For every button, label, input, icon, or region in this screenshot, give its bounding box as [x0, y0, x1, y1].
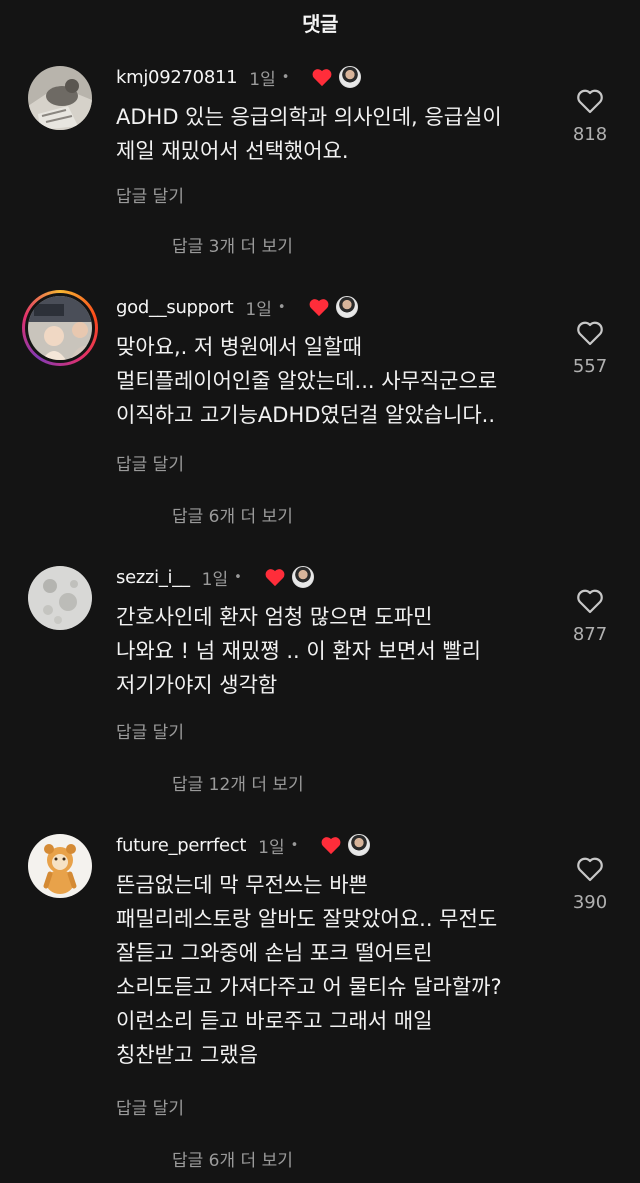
username[interactable]: sezzi_i__	[116, 567, 190, 588]
timestamp: 1일	[245, 299, 272, 320]
view-replies-button[interactable]: 답글 6개 더 보기	[172, 502, 293, 527]
comment-line: 저기가야지 생각함	[116, 673, 278, 697]
comment-line: 나와요 ! 넘 재밌쪙 .. 이 환자 보면서 빨리	[116, 639, 481, 663]
comment-line: 잘듣고 그와중에 손님 포크 떨어트린	[116, 941, 433, 965]
reply-button[interactable]: 답글 달기	[116, 182, 184, 207]
comment-line: 맞아요,. 저 병원에서 일할때	[116, 335, 362, 359]
view-replies-button[interactable]: 답글 6개 더 보기	[172, 1146, 293, 1171]
like-button[interactable]: 390	[560, 856, 620, 913]
reply-button[interactable]: 답글 달기	[116, 450, 184, 475]
separator-dot: •	[290, 837, 299, 853]
like-button[interactable]: 877	[560, 588, 620, 645]
creator-avatar	[291, 566, 314, 588]
like-button[interactable]: 557	[560, 320, 620, 377]
timestamp: 1일	[201, 569, 229, 590]
comment-line: 제일 재밌어서 선택했어요.	[116, 139, 349, 163]
comment-line: 뜬금없는데 막 무전쓰는 바쁜	[116, 873, 368, 897]
heart-filled-icon	[309, 299, 328, 317]
username[interactable]: future_perrfect	[116, 835, 246, 856]
like-count: 557	[572, 356, 608, 377]
comment-line: 패밀리레스토랑 알바도 잘맞았어요.. 무전도	[116, 907, 498, 931]
username[interactable]: kmj09270811	[116, 67, 238, 88]
story-ring[interactable]	[22, 290, 98, 366]
comment-line: 간호사인데 환자 엄청 많으면 도파민	[116, 605, 433, 629]
comment-meta: sezzi_i__ 1일 •	[116, 562, 314, 592]
heart-filled-icon	[265, 569, 285, 587]
creator-avatar	[335, 296, 358, 318]
comment-text: 간호사인데 환자 엄청 많으면 도파민 나와요 ! 넘 재밌쪙 .. 이 환자 …	[116, 600, 481, 702]
comment-text: 뜬금없는데 막 무전쓰는 바쁜 패밀리레스토랑 알바도 잘맞았어요.. 무전도 …	[116, 868, 502, 1072]
creator-avatar	[348, 834, 371, 856]
like-count: 818	[572, 124, 608, 145]
comment-meta: god__support 1일 •	[116, 292, 358, 322]
heart-filled-icon	[321, 837, 341, 855]
avatar[interactable]	[28, 834, 92, 898]
separator-dot: •	[277, 299, 286, 315]
comment-line: 이런소리 듣고 바로주고 그래서 매일	[116, 1009, 433, 1033]
comment-text: 맞아요,. 저 병원에서 일할때 멀티플레이어인줄 알았는데... 사무직군으로…	[116, 330, 497, 432]
like-count: 390	[572, 892, 608, 913]
timestamp: 1일	[249, 69, 276, 90]
separator-dot: •	[281, 69, 290, 85]
avatar[interactable]	[28, 566, 92, 630]
comment-meta: future_perrfect 1일 •	[116, 830, 371, 860]
comment-line: 멀티플레이어인줄 알았는데... 사무직군으로	[116, 369, 498, 393]
comment-line: ADHD 있는 응급의학과 의사인데, 응급실이	[116, 105, 502, 129]
like-count: 877	[572, 624, 608, 645]
heart-outline-icon[interactable]	[576, 88, 604, 114]
avatar[interactable]	[28, 296, 92, 360]
heart-outline-icon[interactable]	[576, 320, 604, 346]
reply-button[interactable]: 답글 달기	[116, 1094, 184, 1119]
username[interactable]: god__support	[116, 297, 234, 318]
comments-header: 댓글	[0, 0, 640, 44]
comment-text: ADHD 있는 응급의학과 의사인데, 응급실이 제일 재밌어서 선택했어요.	[116, 100, 502, 168]
like-button[interactable]: 818	[560, 88, 620, 145]
comment-line: 칭찬받고 그랬음	[116, 1043, 258, 1067]
heart-outline-icon[interactable]	[576, 588, 604, 614]
timestamp: 1일	[258, 837, 285, 858]
comment-line: 소리도듣고 가져다주고 어 물티슈 달라할까?	[116, 975, 502, 999]
comment-line: 이직하고 고기능ADHD였던걸 알았습니다..	[116, 403, 495, 427]
comment-meta: kmj09270811 1일 •	[116, 62, 362, 92]
heart-outline-icon[interactable]	[576, 856, 604, 882]
reply-button[interactable]: 답글 달기	[116, 718, 184, 743]
page-title: 댓글	[302, 11, 338, 36]
view-replies-button[interactable]: 답글 3개 더 보기	[172, 232, 293, 257]
heart-filled-icon	[313, 69, 332, 87]
separator-dot: •	[234, 569, 242, 585]
view-replies-button[interactable]: 답글 12개 더 보기	[172, 770, 304, 795]
avatar[interactable]	[28, 66, 92, 130]
creator-avatar	[339, 66, 362, 88]
